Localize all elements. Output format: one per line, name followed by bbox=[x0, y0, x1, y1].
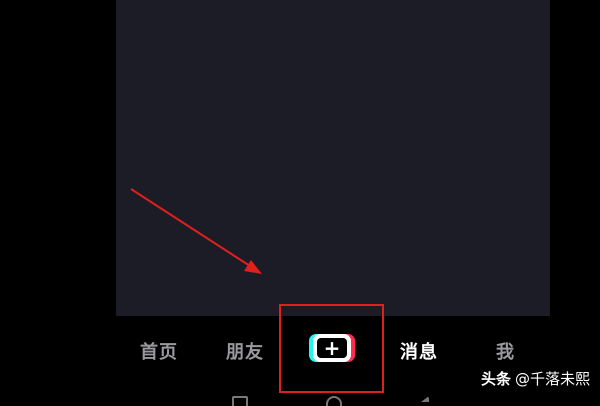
annotation-arrow-icon bbox=[130, 188, 262, 274]
watermark-brand: 头条 bbox=[480, 370, 511, 388]
watermark-author: @千落未熙 bbox=[514, 370, 590, 388]
watermark: 头条 @千落未熙 bbox=[481, 368, 590, 389]
